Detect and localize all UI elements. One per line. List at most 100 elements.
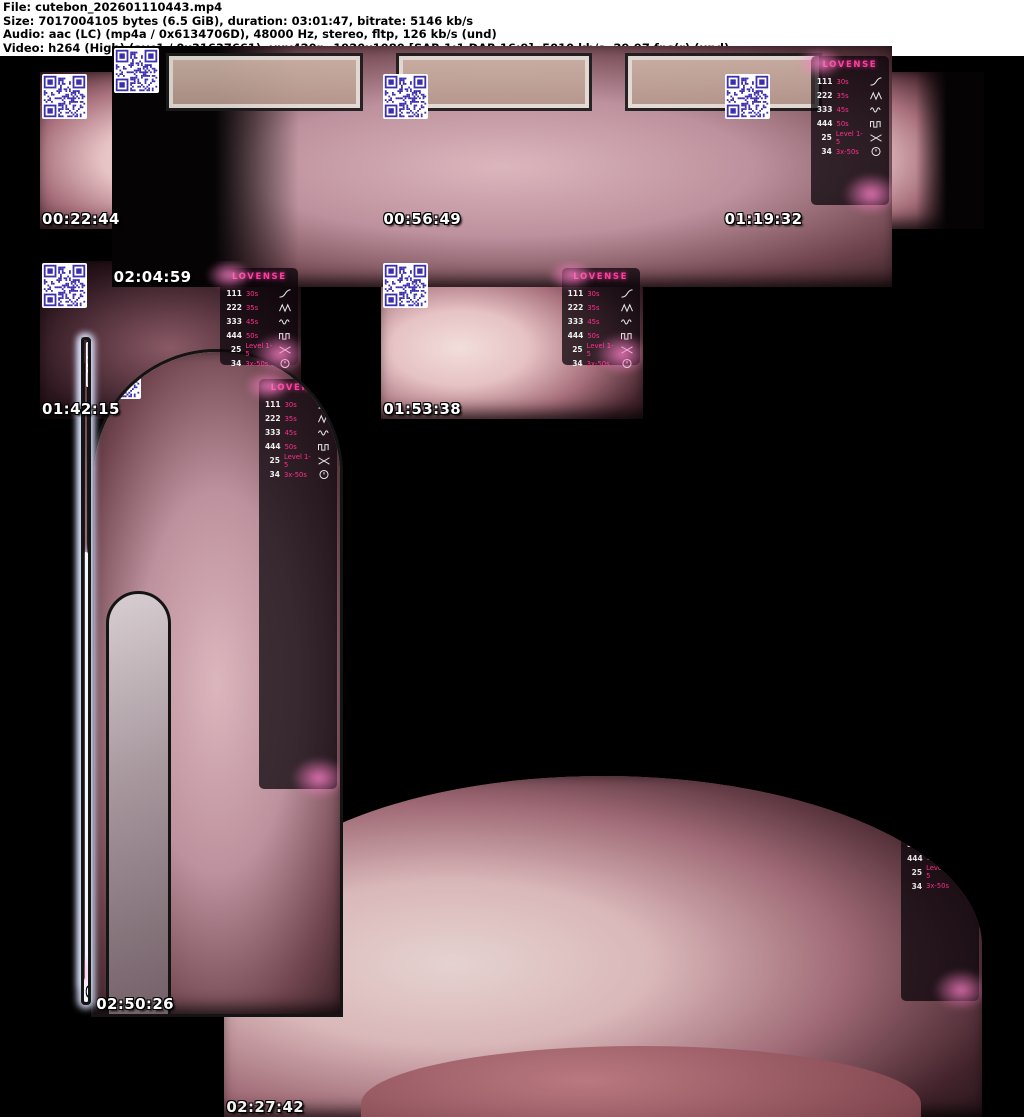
tip-amount: 34 bbox=[226, 359, 241, 368]
tip-duration: 45s bbox=[285, 429, 313, 437]
tip-duration: 35s bbox=[927, 826, 955, 834]
picture-frame bbox=[166, 53, 363, 111]
lovense-logo: LOVENSE bbox=[562, 272, 640, 282]
tip-menu-item: 25Level 1-5 bbox=[265, 454, 331, 468]
tip-menu-item: 33345s bbox=[226, 315, 292, 329]
tip-duration: 3x-50s bbox=[245, 360, 274, 368]
file-info-line: File: cutebon_202601110443.mp4 bbox=[3, 1, 1021, 15]
tip-menu-item: 22235s bbox=[265, 412, 331, 426]
tip-amount: 25 bbox=[568, 345, 583, 354]
wave-rise-icon bbox=[278, 288, 292, 299]
qr-code bbox=[383, 263, 428, 308]
timestamp-overlay: 01:42:15 bbox=[42, 400, 120, 418]
tip-duration: 35s bbox=[837, 92, 865, 100]
video-thumbnail[interactable]: LOVENSE Responding in chatah999 62s 1113… bbox=[81, 337, 91, 1005]
tip-menu-item: 44450s bbox=[568, 329, 634, 343]
tip-duration: 35s bbox=[587, 304, 615, 312]
tip-amount: 111 bbox=[817, 77, 833, 86]
wave-sine-icon bbox=[317, 427, 331, 438]
wave-peaks-icon bbox=[317, 413, 331, 424]
wave-square-icon bbox=[959, 853, 973, 864]
lovense-logo: LOVENSE bbox=[220, 272, 298, 282]
lovense-logo: LOVENSE bbox=[259, 383, 337, 393]
tip-duration: 3x-50s bbox=[926, 882, 955, 890]
tip-duration: 3x-50s bbox=[836, 148, 865, 156]
tip-duration: 30s bbox=[246, 290, 274, 298]
video-thumbnail[interactable]: LOVENSE 11130s22235s33345s44450s25Level … bbox=[91, 349, 343, 1017]
shuffle-icon bbox=[620, 344, 634, 355]
tip-menu-item: 25Level 1-5 bbox=[817, 131, 883, 145]
wave-rise-icon bbox=[959, 811, 973, 822]
tip-menu-item: 333 45s bbox=[265, 426, 331, 440]
qr-code bbox=[42, 74, 87, 119]
tip-amount: 34 bbox=[817, 147, 832, 156]
tip-menu-item: 44450s bbox=[817, 117, 883, 131]
qr-code bbox=[383, 74, 428, 119]
tip-menu-item: 11130s bbox=[907, 809, 973, 823]
tip-menu-item: 33345s bbox=[568, 315, 634, 329]
tip-duration: 35s bbox=[285, 415, 313, 423]
wave-square-icon bbox=[278, 330, 292, 341]
tip-menu-item: 11130s bbox=[226, 287, 292, 301]
qr-code bbox=[96, 354, 141, 399]
tip-duration: 3x-50s bbox=[587, 360, 616, 368]
tip-menu-item: 44450s bbox=[907, 851, 973, 865]
tip-menu-list: 11130s22235s33345s44450s25Level 1-5343x-… bbox=[562, 287, 640, 371]
tip-menu-item: 222 35s bbox=[907, 823, 973, 837]
wave-square-icon bbox=[317, 441, 331, 452]
wave-sine-icon bbox=[620, 316, 634, 327]
tip-duration: 30s bbox=[927, 812, 955, 820]
wave-square-icon bbox=[620, 330, 634, 341]
timer-icon bbox=[620, 358, 634, 369]
tip-amount: 111 bbox=[265, 400, 281, 409]
tip-menu-item: 22235s bbox=[226, 301, 292, 315]
tip-amount: 25 bbox=[226, 345, 241, 354]
tip-amount: 333 bbox=[265, 428, 281, 437]
tip-menu-item: 25 Level 1-5 bbox=[568, 343, 634, 357]
tip-menu-item: 25Level 1-5 bbox=[226, 343, 292, 357]
wave-square-icon bbox=[869, 118, 883, 129]
tip-menu-list: 11130s22235s33345s44450s25Level 1-5343x-… bbox=[259, 398, 337, 482]
tip-menu-list: 11130s22235s33345s44450s25Level 1-5 34 3x-… bbox=[220, 287, 298, 371]
lovense-tip-menu: LOVENSE 11130s22235s33345s44450s25Level … bbox=[562, 268, 640, 366]
tip-menu-item: 11130s bbox=[568, 287, 634, 301]
responding-label: Responding in bbox=[81, 379, 85, 386]
tip-duration: 35s bbox=[246, 304, 274, 312]
tip-menu-item: 11130s bbox=[817, 75, 883, 89]
shuffle-icon bbox=[317, 455, 331, 466]
wave-sine-icon bbox=[278, 316, 292, 327]
tip-menu-item: 44450s bbox=[226, 329, 292, 343]
wave-sine-icon bbox=[959, 839, 973, 850]
tip-amount: 444 bbox=[817, 119, 833, 128]
file-info-line: Size: 7017004105 bytes (6.5 GiB), durati… bbox=[3, 15, 1021, 29]
tip-amount: 333 bbox=[817, 105, 833, 114]
tip-duration: 50s bbox=[587, 332, 615, 340]
wave-rise-icon bbox=[317, 399, 331, 410]
tip-duration: 45s bbox=[837, 106, 865, 114]
wave-sine-icon bbox=[869, 104, 883, 115]
tip-amount: 444 bbox=[265, 442, 281, 451]
lovense-tip-menu: LOVENSE 11130s22235s33345s44450s25Level … bbox=[901, 790, 979, 1001]
tip-duration: 45s bbox=[587, 318, 615, 326]
timestamp-overlay: 02:50:26 bbox=[96, 995, 174, 1013]
tip-duration: Level 1-5 bbox=[587, 342, 616, 358]
tip-amount: 333 bbox=[907, 840, 923, 849]
timestamp-overlay: 01:19:32 bbox=[725, 210, 803, 228]
tip-amount: 25 bbox=[907, 868, 922, 877]
picture-frame bbox=[625, 53, 822, 111]
tip-amount: 333 bbox=[568, 317, 584, 326]
tip-amount: 25 bbox=[265, 456, 280, 465]
tip-menu-list: 11130s22235s 333 45s 44450s25Level 1-5 34 3x-… bbox=[811, 75, 889, 159]
tip-menu-item: 343x-50s bbox=[265, 468, 331, 482]
lovense-logo: LOVENSE bbox=[901, 794, 979, 804]
timestamp-overlay: 02:27:42 bbox=[226, 1098, 304, 1116]
video-thumbnail[interactable]: LOVENSE 11130s22235s 333 45s 44450s25Level … bbox=[112, 46, 892, 287]
timestamp-overlay: 01:53:38 bbox=[383, 400, 461, 418]
tip-amount: 222 bbox=[907, 826, 923, 835]
tip-menu-item: 343x-50s bbox=[568, 357, 634, 371]
tip-duration: 50s bbox=[285, 443, 313, 451]
tip-menu-item: 22235s bbox=[817, 89, 883, 103]
lovense-tip-menu: LOVENSE 11130s22235s33345s44450s25Level … bbox=[811, 56, 889, 205]
tip-duration: 3x-50s bbox=[284, 471, 313, 479]
tip-menu-item: 333 45s bbox=[817, 103, 883, 117]
